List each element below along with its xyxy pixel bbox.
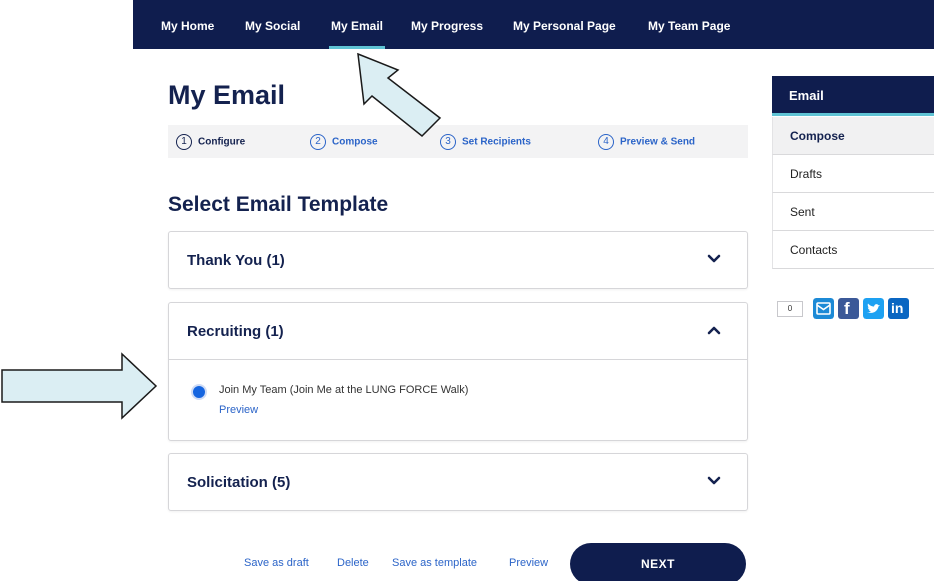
chevron-down-icon [707,254,721,263]
template-option-label[interactable]: Join My Team (Join Me at the LUNG FORCE … [219,384,468,396]
chevron-down-icon [707,476,721,485]
sidebar-item-label: Compose [790,129,845,143]
share-count: 0 [777,301,803,317]
facebook-glyph: f [844,299,850,318]
section-title: Select Email Template [168,193,389,216]
sidebar-header-label: Email [789,88,824,103]
preview-link[interactable]: Preview [509,557,548,569]
accordion-header-recruiting[interactable]: Recruiting (1) [169,303,747,359]
accordion-header-solicitation[interactable]: Solicitation (5) [169,454,747,510]
template-radio[interactable] [191,384,207,400]
nav-my-progress[interactable]: My Progress [411,19,483,33]
accordion-title: Thank You (1) [187,252,285,269]
save-template-link[interactable]: Save as template [392,557,477,569]
sidebar-item-label: Drafts [790,167,823,181]
twitter-icon[interactable] [863,298,884,319]
facebook-icon[interactable]: f [838,298,859,319]
step-set-recipients[interactable]: 3 Set Recipients [440,134,531,150]
nav-my-social[interactable]: My Social [245,19,300,33]
nav-my-team-page[interactable]: My Team Page [648,19,730,33]
page-title: My Email [168,80,286,110]
sidebar-item-sent[interactable]: Sent [772,193,934,231]
accordion-solicitation: Solicitation (5) [168,453,748,511]
accordion-thank-you: Thank You (1) [168,231,748,289]
step-preview-send[interactable]: 4 Preview & Send [598,134,695,150]
sidebar-item-drafts[interactable]: Drafts [772,155,934,193]
top-nav: My Home My Social My Email My Progress M… [133,0,934,49]
nav-my-personal-page[interactable]: My Personal Page [513,19,616,33]
delete-link[interactable]: Delete [337,557,369,569]
sidebar-header: Email [772,76,934,116]
accordion-title: Solicitation (5) [187,474,291,491]
template-preview-link[interactable]: Preview [219,404,258,416]
email-share-icon[interactable] [813,298,834,319]
accordion-recruiting: Recruiting (1) Join My Team (Join Me at … [168,302,748,441]
accordion-header-thank-you[interactable]: Thank You (1) [169,232,747,288]
linkedin-glyph: in [891,300,904,316]
step-number: 2 [310,134,326,150]
annotation-arrow-right-icon [1,352,158,420]
sidebar-item-compose[interactable]: Compose [772,117,934,155]
linkedin-icon[interactable]: in [888,298,909,319]
step-number: 4 [598,134,614,150]
step-label: Set Recipients [462,136,531,148]
step-number: 1 [176,134,192,150]
nav-my-email[interactable]: My Email [328,19,386,49]
chevron-up-icon [707,326,721,335]
accordion-title: Recruiting (1) [187,323,284,340]
step-configure[interactable]: 1 Configure [176,134,245,150]
annotation-arrow-up-icon [357,52,442,138]
step-label: Configure [198,136,246,148]
accordion-body-recruiting: Join My Team (Join Me at the LUNG FORCE … [169,359,747,440]
sidebar-item-contacts[interactable]: Contacts [772,231,934,269]
next-button[interactable]: NEXT [570,543,746,581]
sidebar-item-label: Sent [790,205,815,219]
nav-my-home[interactable]: My Home [161,19,214,33]
save-draft-link[interactable]: Save as draft [244,557,309,569]
step-label: Preview & Send [620,136,696,148]
sidebar-item-label: Contacts [790,243,838,257]
steps-bar: 1 Configure 2 Compose 3 Set Recipients 4 Pre… [168,125,748,158]
